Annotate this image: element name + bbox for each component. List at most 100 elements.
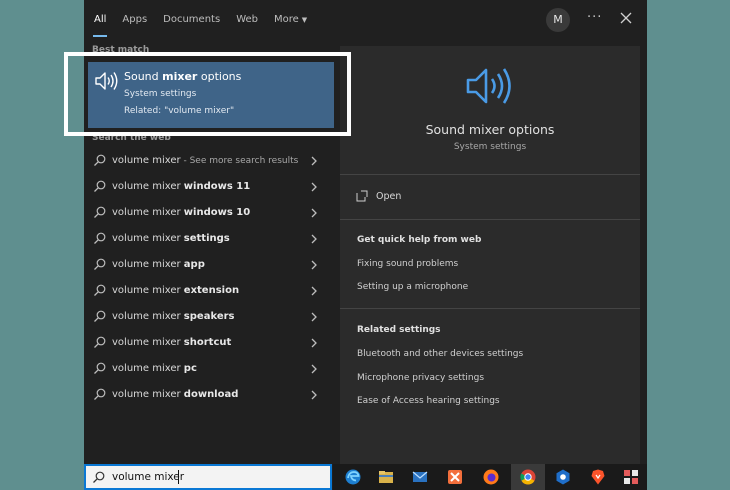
close-icon[interactable] xyxy=(618,10,634,26)
firefox-icon[interactable] xyxy=(481,467,501,487)
web-suggestion-item[interactable]: volume mixer shortcut xyxy=(84,330,330,356)
web-suggestion-item[interactable]: volume mixer app xyxy=(84,252,330,278)
web-suggestions-list: volume mixer - See more search results vo… xyxy=(84,148,338,408)
taskbar xyxy=(333,464,647,490)
suggestion-text: volume mixer speakers xyxy=(112,311,235,322)
suggestion-text: volume mixer settings xyxy=(112,233,230,244)
suggestion-bold: speakers xyxy=(183,311,235,322)
related-link-microphone-privacy[interactable]: Microphone privacy settings xyxy=(357,373,484,383)
web-suggestion-item[interactable]: volume mixer windows 11 xyxy=(84,174,330,200)
suggestion-bold: extension xyxy=(183,285,240,296)
web-suggestion-item[interactable]: volume mixer - See more search results xyxy=(84,148,330,174)
open-action[interactable]: Open xyxy=(356,186,401,206)
tab-documents[interactable]: Documents xyxy=(163,0,220,40)
suggestion-text: volume mixer pc xyxy=(112,363,197,374)
brave-icon[interactable] xyxy=(588,467,608,487)
suggestion-bold: app xyxy=(183,259,205,270)
suggestion-base: volume mixer xyxy=(112,389,184,400)
divider xyxy=(340,219,640,220)
more-options-icon[interactable]: ··· xyxy=(587,10,602,25)
search-icon xyxy=(93,471,105,483)
related-link-hearing[interactable]: Ease of Access hearing settings xyxy=(357,396,500,406)
web-suggestion-item[interactable]: volume mixer settings xyxy=(84,226,330,252)
search-tabs: All Apps Documents Web More ▼ xyxy=(92,0,323,40)
chevron-right-icon[interactable] xyxy=(310,259,318,271)
tab-more-label: More xyxy=(274,14,299,25)
chevron-right-icon[interactable] xyxy=(310,181,318,193)
suggestion-bold: settings xyxy=(183,233,230,244)
suggestion-bold: pc xyxy=(183,363,197,374)
divider xyxy=(340,174,640,175)
web-suggestion-item[interactable]: volume mixer speakers xyxy=(84,304,330,330)
web-suggestion-item[interactable]: volume mixer extension xyxy=(84,278,330,304)
suggestion-base: volume mixer xyxy=(112,259,184,270)
open-label: Open xyxy=(376,190,402,202)
tab-apps[interactable]: Apps xyxy=(122,0,147,40)
search-icon xyxy=(94,336,106,348)
help-heading: Get quick help from web xyxy=(357,235,482,245)
edge-icon[interactable] xyxy=(343,467,363,487)
search-input[interactable] xyxy=(112,469,312,485)
xampp-icon[interactable] xyxy=(445,467,465,487)
suggestion-text: volume mixer - See more search results xyxy=(112,155,298,166)
related-link-bluetooth[interactable]: Bluetooth and other devices settings xyxy=(357,349,523,359)
text-cursor xyxy=(178,470,179,484)
divider xyxy=(340,308,640,309)
suggestion-text: volume mixer app xyxy=(112,259,205,270)
suggestion-base: volume mixer xyxy=(112,181,184,192)
web-suggestion-item[interactable]: volume mixer download xyxy=(84,382,330,408)
search-icon xyxy=(94,284,106,296)
suggestion-bold: windows 10 xyxy=(183,207,251,218)
suggestion-text: volume mixer download xyxy=(112,389,238,400)
suggestion-text: volume mixer windows 10 xyxy=(112,207,250,218)
tab-web[interactable]: Web xyxy=(236,0,258,40)
suggestion-bold: windows 11 xyxy=(183,181,251,192)
suggestion-text: volume mixer windows 11 xyxy=(112,181,250,192)
suggestion-base: volume mixer xyxy=(112,363,184,374)
chevron-down-icon: ▼ xyxy=(301,16,308,24)
suggestion-base: volume mixer xyxy=(112,337,184,348)
suggestion-base: volume mixer xyxy=(112,233,184,244)
app-hex-icon[interactable] xyxy=(553,467,573,487)
search-box[interactable] xyxy=(84,464,332,490)
selection-highlight-frame xyxy=(64,52,351,136)
search-icon xyxy=(94,362,106,374)
file-explorer-icon[interactable] xyxy=(376,467,396,487)
mail-icon[interactable] xyxy=(410,467,430,487)
search-icon xyxy=(94,154,106,166)
chevron-right-icon[interactable] xyxy=(310,337,318,349)
suggestion-base: volume mixer xyxy=(112,311,184,322)
tab-more[interactable]: More ▼ xyxy=(274,0,307,40)
speaker-icon xyxy=(466,68,511,104)
grid-app-icon[interactable] xyxy=(621,467,641,487)
search-icon xyxy=(94,388,106,400)
tab-all[interactable]: All xyxy=(92,0,108,40)
related-settings-heading: Related settings xyxy=(357,325,441,335)
chevron-right-icon[interactable] xyxy=(310,311,318,323)
avatar[interactable]: M xyxy=(546,8,570,32)
chevron-right-icon[interactable] xyxy=(310,285,318,297)
chevron-right-icon[interactable] xyxy=(310,207,318,219)
preview-title: Sound mixer options xyxy=(425,122,555,137)
search-icon xyxy=(94,258,106,270)
suggestion-base: volume mixer xyxy=(112,285,184,296)
search-icon xyxy=(94,206,106,218)
search-icon xyxy=(94,310,106,322)
suggestion-base: volume mixer xyxy=(112,155,181,166)
help-link-microphone[interactable]: Setting up a microphone xyxy=(357,282,468,292)
web-suggestion-item[interactable]: volume mixer pc xyxy=(84,356,330,382)
chevron-right-icon[interactable] xyxy=(310,233,318,245)
chevron-right-icon[interactable] xyxy=(310,155,318,167)
suggestion-text: volume mixer extension xyxy=(112,285,239,296)
preview-pane: Sound mixer options System settings Open… xyxy=(340,46,640,464)
suggestion-bold: download xyxy=(183,389,239,400)
chevron-right-icon[interactable] xyxy=(310,389,318,401)
chrome-icon[interactable] xyxy=(518,467,538,487)
suggestion-extra: - See more search results xyxy=(180,156,299,166)
search-top-nav: All Apps Documents Web More ▼ M ··· xyxy=(84,0,647,40)
web-suggestion-item[interactable]: volume mixer windows 10 xyxy=(84,200,330,226)
suggestion-base: volume mixer xyxy=(112,207,184,218)
chevron-right-icon[interactable] xyxy=(310,363,318,375)
help-link-sound-problems[interactable]: Fixing sound problems xyxy=(357,259,458,269)
suggestion-text: volume mixer shortcut xyxy=(112,337,231,348)
